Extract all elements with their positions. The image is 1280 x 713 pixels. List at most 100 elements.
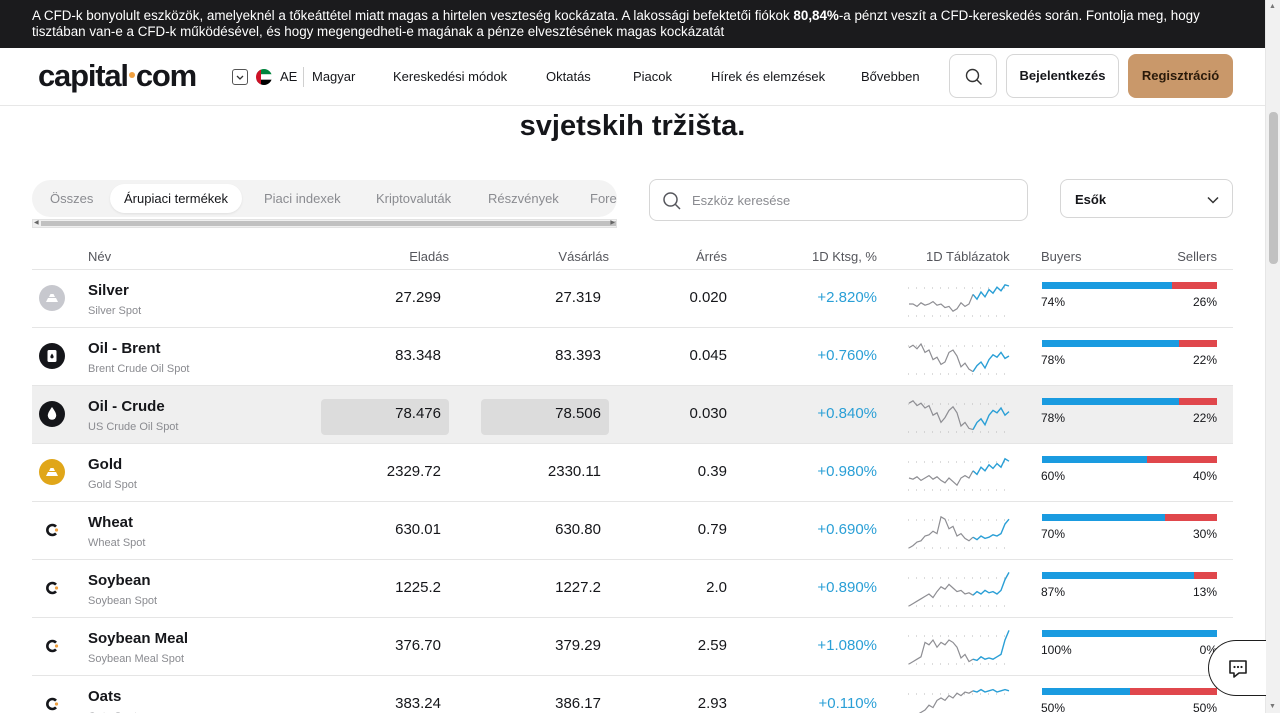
asset-search-input[interactable] bbox=[692, 190, 1012, 210]
asset-name[interactable]: Oil - Brent bbox=[88, 340, 161, 357]
buyers-bar-fill bbox=[1042, 340, 1179, 347]
page-scrollbar-thumb[interactable] bbox=[1269, 112, 1278, 264]
buyers-percent: 100% bbox=[1041, 643, 1072, 657]
tab-forex[interactable]: Fore bbox=[576, 184, 617, 213]
buy-price-button[interactable]: 1227.2 bbox=[481, 575, 609, 611]
asset-name[interactable]: Silver bbox=[88, 282, 129, 299]
buy-price-button[interactable]: 2330.11 bbox=[481, 459, 609, 495]
capital-com-logo[interactable]: capital com bbox=[38, 58, 197, 94]
table-row[interactable]: Soybean Soybean Spot 1225.2 1227.2 2.0 +0.890… bbox=[32, 560, 1233, 618]
sparkline-container bbox=[908, 624, 1010, 670]
sell-price-button[interactable]: 83.348 bbox=[321, 343, 449, 379]
asset-name[interactable]: Gold bbox=[88, 456, 122, 473]
buy-price-button[interactable]: 78.506 bbox=[481, 399, 609, 435]
sparkline-chart bbox=[908, 688, 1010, 713]
scroll-up-arrow-icon[interactable]: ▲ bbox=[1269, 3, 1276, 10]
col-header-sell[interactable]: Eladás bbox=[349, 249, 449, 264]
sparkline-history-line bbox=[908, 583, 974, 607]
region-code[interactable]: AE bbox=[280, 69, 297, 84]
register-button[interactable]: Regisztráció bbox=[1128, 54, 1233, 98]
buy-price-button[interactable]: 630.80 bbox=[481, 517, 609, 553]
tab-indices[interactable]: Piaci indexek bbox=[250, 184, 355, 213]
buyers-bar-fill bbox=[1042, 572, 1195, 579]
sentiment-bar bbox=[1042, 340, 1217, 347]
logo-right: com bbox=[135, 58, 197, 93]
scroll-down-arrow-icon[interactable]: ▼ bbox=[1269, 703, 1276, 710]
language-dropdown-chevron-icon[interactable] bbox=[232, 69, 248, 85]
asset-name[interactable]: Soybean bbox=[88, 572, 151, 589]
tabs-scrollbar-thumb[interactable] bbox=[41, 221, 616, 226]
table-row[interactable]: Oil - Brent Brent Crude Oil Spot 83.348 83.… bbox=[32, 328, 1233, 386]
table-row[interactable]: Wheat Wheat Spot 630.01 630.80 0.79 +0.690% 70… bbox=[32, 502, 1233, 560]
asset-name[interactable]: Wheat bbox=[88, 514, 133, 531]
sort-dropdown[interactable]: Esők bbox=[1060, 179, 1233, 218]
buyers-bar-fill bbox=[1042, 688, 1130, 695]
sparkline-history-line bbox=[908, 400, 974, 431]
sellers-percent: 22% bbox=[1192, 353, 1217, 367]
tab-all[interactable]: Összes bbox=[36, 184, 107, 213]
tab-commodities[interactable]: Árupiaci termékek bbox=[110, 184, 243, 213]
language-divider bbox=[303, 67, 304, 87]
spread-value: 2.0 bbox=[706, 579, 727, 596]
asset-name[interactable]: Oats bbox=[88, 688, 121, 705]
buy-price-button[interactable]: 27.319 bbox=[481, 285, 609, 321]
asset-name[interactable]: Oil - Crude bbox=[88, 398, 165, 415]
sparkline-container bbox=[908, 682, 1010, 713]
col-header-sellers: Sellers bbox=[1177, 249, 1217, 264]
capital-c-icon bbox=[39, 575, 65, 601]
tab-shares[interactable]: Részvények bbox=[474, 184, 573, 213]
nav-markets[interactable]: Piacok bbox=[633, 69, 672, 84]
table-row[interactable]: Oil - Crude US Crude Oil Spot 78.476 78.506… bbox=[32, 386, 1233, 444]
sell-price-button[interactable]: 376.70 bbox=[321, 633, 449, 669]
sell-price-button[interactable]: 1225.2 bbox=[321, 575, 449, 611]
scroll-right-arrow-icon[interactable]: ▶ bbox=[610, 220, 615, 227]
sell-price-button[interactable]: 2329.72 bbox=[321, 459, 449, 495]
buy-price-button[interactable]: 83.393 bbox=[481, 343, 609, 379]
buy-price-button[interactable]: 379.29 bbox=[481, 633, 609, 669]
nav-trading-modes[interactable]: Kereskedési módok bbox=[393, 69, 507, 84]
table-row[interactable]: Soybean Meal Soybean Meal Spot 376.70 379.2… bbox=[32, 618, 1233, 676]
daily-change: +2.820% bbox=[817, 289, 877, 306]
header-search-button[interactable] bbox=[949, 54, 997, 98]
live-chat-button[interactable] bbox=[1208, 640, 1266, 696]
sellers-percent: 50% bbox=[1192, 701, 1217, 713]
table-row[interactable]: OatsOats Spot383.24386.172.93+0.110%50%5… bbox=[32, 676, 1233, 713]
risk-percent: 80,84% bbox=[793, 8, 839, 23]
buyers-percent: 78% bbox=[1041, 353, 1066, 367]
col-header-spread[interactable]: Árrés bbox=[657, 249, 727, 264]
sellers-percent: 22% bbox=[1192, 411, 1217, 425]
asset-name[interactable]: Soybean Meal bbox=[88, 630, 188, 647]
tab-crypto[interactable]: Kriptovaluták bbox=[362, 184, 465, 213]
nav-more[interactable]: Bővebben bbox=[861, 69, 920, 84]
oil-drop-icon bbox=[39, 401, 65, 427]
sell-price-button[interactable]: 78.476 bbox=[321, 399, 449, 435]
sell-price-button[interactable]: 630.01 bbox=[321, 517, 449, 553]
logo-dot bbox=[128, 71, 135, 78]
col-header-change[interactable]: 1D Ktsg, % bbox=[777, 249, 877, 264]
tabs-horizontal-scrollbar[interactable]: ◀ ▶ bbox=[32, 219, 617, 228]
uae-flag-icon bbox=[256, 69, 272, 85]
col-header-buy[interactable]: Vásárlás bbox=[509, 249, 609, 264]
sparkline-recent-line bbox=[972, 630, 1010, 662]
sparkline-recent-line bbox=[972, 406, 1010, 430]
col-header-name[interactable]: Név bbox=[88, 249, 111, 264]
sentiment-bar bbox=[1042, 282, 1217, 289]
spread-value: 0.045 bbox=[689, 347, 727, 364]
sparkline-recent-line bbox=[972, 283, 1010, 301]
risk-warning-banner: A CFD-k bonyolult eszközök, amelyeknél a… bbox=[0, 0, 1265, 48]
sell-price-button[interactable]: 27.299 bbox=[321, 285, 449, 321]
login-button[interactable]: Bejelentkezés bbox=[1006, 54, 1119, 98]
buyers-percent: 70% bbox=[1041, 527, 1066, 541]
col-header-chart: 1D Táblázatok bbox=[926, 249, 1010, 264]
sparkline-history-line bbox=[908, 470, 974, 487]
table-row[interactable]: Silver Silver Spot 27.299 27.319 0.020 +2.820… bbox=[32, 270, 1233, 328]
language-name[interactable]: Magyar bbox=[312, 69, 355, 84]
scroll-left-arrow-icon[interactable]: ◀ bbox=[34, 220, 39, 227]
nav-news-analysis[interactable]: Hírek és elemzések bbox=[711, 69, 825, 84]
sparkline-history-line bbox=[908, 515, 974, 549]
page-vertical-scrollbar[interactable]: ▲ ▼ bbox=[1265, 0, 1280, 713]
table-row[interactable]: Gold Gold Spot 2329.72 2330.11 0.39 +0.980% 60… bbox=[32, 444, 1233, 502]
buy-price-button[interactable]: 386.17 bbox=[481, 691, 609, 713]
nav-education[interactable]: Oktatás bbox=[546, 69, 591, 84]
sell-price-button[interactable]: 383.24 bbox=[321, 691, 449, 713]
